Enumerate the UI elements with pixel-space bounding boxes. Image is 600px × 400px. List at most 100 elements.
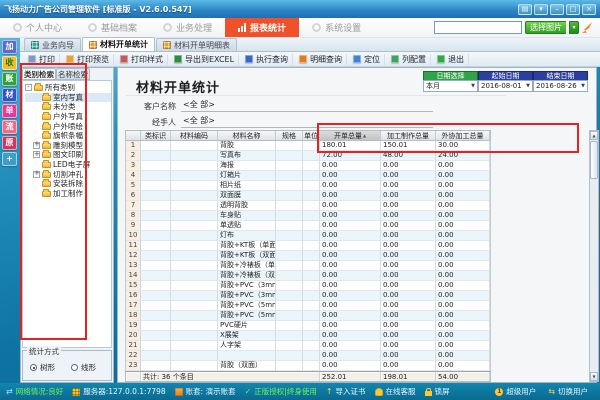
toolbar-button[interactable]: 导出到EXCEL <box>170 54 239 65</box>
table-row[interactable]: 8 车身贴 0.00 0.00 0.00 <box>126 211 490 221</box>
import-cert-button[interactable]: ↑ 导入证书 <box>326 386 366 397</box>
quick-button[interactable]: 账 <box>2 72 17 86</box>
switch-user-button[interactable]: ⇆ 切换用户 <box>548 386 588 397</box>
date-dropdown[interactable]: 2016-08-01 ▼ <box>478 80 533 92</box>
document-tab[interactable]: 材料开单统计 <box>82 37 155 51</box>
filter-value-field[interactable]: <全 部> <box>181 99 433 112</box>
table-row[interactable]: 3 海报 0.00 0.00 0.00 <box>126 161 490 171</box>
table-row[interactable]: 9 单透贴 0.00 0.00 0.00 <box>126 221 490 231</box>
expand-icon[interactable] <box>33 94 40 101</box>
stat-mode-radio[interactable]: 树形 <box>30 362 55 373</box>
quick-button[interactable]: 原 <box>2 136 17 150</box>
column-header-sorted[interactable]: 开单总量 ▲ <box>320 131 381 140</box>
table-row[interactable]: 7 透明背胶 0.00 0.00 0.00 <box>126 201 490 211</box>
column-header[interactable]: 外协加工总量 <box>436 131 490 140</box>
table-row[interactable]: 15 背胶+PVC（3mm单 0.00 0.00 0.00 <box>126 281 490 291</box>
close-button[interactable]: × <box>582 4 596 15</box>
folder-icon <box>42 152 51 158</box>
table-row[interactable]: 14 背胶+冷裱板（双面） 0.00 0.00 0.00 <box>126 271 490 281</box>
menu-item[interactable]: 基础档案 <box>75 18 150 37</box>
vertical-scrollbar[interactable]: ▲ ▼ <box>589 130 599 382</box>
table-row[interactable]: 6 双面膜 0.00 0.00 0.00 <box>126 191 490 201</box>
choose-image-caret-icon[interactable]: ▾ <box>569 21 579 34</box>
table-row[interactable]: 2 写真布 72.00 48.00 24.00 <box>126 151 490 161</box>
process-total-cell: 0.00 <box>381 311 436 321</box>
column-header[interactable]: 加工制作总量 <box>381 131 436 140</box>
sidebar-search-tab[interactable]: 类别检索 <box>22 68 56 80</box>
table-row[interactable]: 19 PVC硬片 0.00 0.00 0.00 <box>126 321 490 331</box>
filter-value-field[interactable]: <全 部> <box>181 115 433 128</box>
class-id-cell <box>141 251 171 261</box>
tree-item[interactable]: 加工制作 <box>25 189 111 199</box>
quick-button[interactable]: 加 <box>2 40 17 54</box>
menu-item[interactable]: 报表统计 <box>225 18 299 37</box>
expand-icon[interactable] <box>33 161 40 168</box>
column-header[interactable]: 类标识 <box>141 131 171 140</box>
toolbar-button[interactable]: 执行查询 <box>241 54 293 65</box>
lock-screen-button[interactable]: 锁屏 <box>425 386 450 397</box>
expand-icon[interactable] <box>33 142 40 149</box>
table-row[interactable]: 10 灯布 0.00 0.00 0.00 <box>126 231 490 241</box>
online-support-button[interactable]: 在线客服 <box>375 386 416 397</box>
date-dropdown[interactable]: 本月 ▼ <box>423 80 478 92</box>
table-row[interactable]: 18 背胶+PVC（5mm双 0.00 0.00 0.00 <box>126 311 490 321</box>
table-row[interactable]: 1 背胶 180.01 150.01 30.00 <box>126 141 490 151</box>
table-row[interactable]: 23 背胶（双面） 0.00 0.00 0.00 <box>126 361 490 371</box>
column-header[interactable]: 规格 <box>276 131 303 140</box>
quick-button[interactable]: + <box>2 152 17 166</box>
column-header[interactable]: 材料名称 <box>218 131 276 140</box>
expand-icon[interactable] <box>33 132 40 139</box>
toolbar-button[interactable]: 打印 <box>24 54 60 65</box>
scroll-up-icon[interactable]: ▲ <box>590 131 598 140</box>
spec-cell <box>276 351 303 361</box>
table-row[interactable]: 22 0.00 0.00 0.00 <box>126 351 490 361</box>
table-row[interactable]: 20 X展架 0.00 0.00 0.00 <box>126 331 490 341</box>
table-row[interactable]: 13 背胶+冷裱板（单面） 0.00 0.00 0.00 <box>126 261 490 271</box>
toolbar-button[interactable]: 明细查询 <box>295 54 347 65</box>
column-header[interactable]: 材料编码 <box>171 131 218 140</box>
maximize-button[interactable]: □ <box>566 4 580 15</box>
expand-icon[interactable] <box>33 171 40 178</box>
table-row[interactable]: 11 背胶+KT板（单面） 0.00 0.00 0.00 <box>126 241 490 251</box>
expand-icon[interactable] <box>33 180 40 187</box>
choose-image-button[interactable]: 选择图片 <box>525 21 566 34</box>
notebook-icon[interactable]: ▤ <box>518 4 532 15</box>
toolbar-button[interactable]: 定位 <box>349 54 385 65</box>
expand-icon[interactable] <box>33 113 40 120</box>
expand-icon[interactable] <box>33 151 40 158</box>
scrollbar-thumb[interactable] <box>590 141 598 179</box>
table-row[interactable]: 21 人字架 0.00 0.00 0.00 <box>126 341 490 351</box>
expand-icon[interactable] <box>33 123 40 130</box>
quick-button[interactable]: 材 <box>2 88 17 102</box>
table-row[interactable]: 12 背胶+KT板（双面） 0.00 0.00 0.00 <box>126 251 490 261</box>
table-row[interactable]: 5 相片纸 0.00 0.00 0.00 <box>126 181 490 191</box>
quick-button[interactable]: 收 <box>2 56 17 70</box>
scroll-down-icon[interactable]: ▼ <box>590 372 598 381</box>
menu-item[interactable]: 业务处理 <box>150 18 225 37</box>
stat-mode-radio[interactable]: 线形 <box>71 362 96 373</box>
toolbar-button[interactable]: 列配置 <box>387 54 431 65</box>
image-path-input[interactable] <box>434 21 522 34</box>
toolbar-button[interactable]: 退出 <box>433 54 469 65</box>
sidebar-search-tab[interactable]: 名称检索 <box>56 68 90 80</box>
table-row[interactable]: 4 灯箱片 0.00 0.00 0.00 <box>126 171 490 181</box>
document-tab[interactable]: 业务向导 <box>24 38 81 51</box>
date-dropdown[interactable]: 2016-08-26 ▼ <box>533 80 588 92</box>
column-header[interactable]: 单位 <box>303 131 320 140</box>
class-id-cell <box>141 311 171 321</box>
super-user-button[interactable]: 1 超级用户 <box>495 386 536 397</box>
table-row[interactable]: 16 背胶+PVC（3mm双 0.00 0.00 0.00 <box>126 291 490 301</box>
menu-item[interactable]: 个人中心 <box>0 18 75 37</box>
toolbar-button[interactable]: 打印预览 <box>62 54 114 65</box>
quick-button[interactable]: 流 <box>2 120 17 134</box>
quick-button[interactable]: 单 <box>2 104 17 118</box>
document-tab[interactable]: 材料开单明细表 <box>156 38 237 51</box>
skin-dropdown-icon[interactable]: ▾ <box>534 4 548 15</box>
menu-item[interactable]: 系统设置 <box>299 18 374 37</box>
expand-icon[interactable] <box>33 103 40 110</box>
table-row[interactable]: 17 背胶+PVC（5mm单 0.00 0.00 0.00 <box>126 301 490 311</box>
minimize-button[interactable]: – <box>550 4 564 15</box>
toolbar-button[interactable]: 打印样式 <box>116 54 168 65</box>
expand-icon[interactable] <box>33 190 40 197</box>
collapse-icon[interactable] <box>25 84 32 91</box>
